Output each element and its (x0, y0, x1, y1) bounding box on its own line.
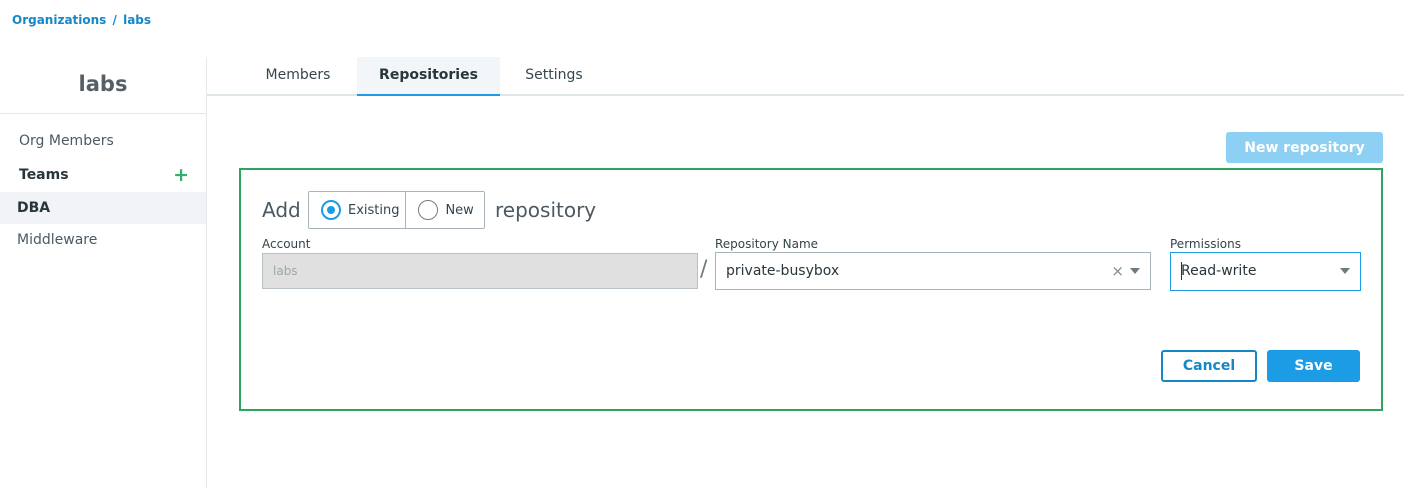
existing-option-label: Existing (348, 202, 400, 218)
repository-name-label: Repository Name (715, 237, 819, 251)
account-label: Account (262, 237, 311, 251)
permissions-label: Permissions (1170, 237, 1241, 251)
repository-name-select[interactable]: private-busybox × (715, 252, 1151, 290)
sidebar-divider (0, 113, 206, 114)
cancel-button[interactable]: Cancel (1161, 350, 1257, 382)
text-cursor (1181, 262, 1182, 280)
add-label: Add (262, 198, 301, 222)
add-team-icon[interactable]: + (173, 158, 189, 192)
permissions-value: Read-write (1181, 263, 1257, 279)
radio-checked-icon[interactable] (321, 200, 341, 220)
breadcrumb-separator: / (112, 13, 117, 27)
tab-repositories[interactable]: Repositories (357, 57, 500, 96)
breadcrumb-current[interactable]: labs (123, 13, 151, 27)
repository-label: repository (495, 198, 597, 222)
existing-option[interactable]: Existing (309, 192, 407, 228)
permissions-select[interactable]: Read-write (1170, 252, 1361, 291)
new-option[interactable]: New (406, 192, 484, 228)
sidebar-item-org-members[interactable]: Org Members (0, 124, 206, 158)
repository-source-toggle: Existing New (308, 191, 485, 229)
path-separator: / (700, 257, 708, 282)
sidebar-item-team-middleware[interactable]: Middleware (0, 224, 206, 256)
breadcrumb-organizations-link[interactable]: Organizations (12, 13, 106, 27)
breadcrumb: Organizations / labs (12, 13, 151, 27)
tab-settings[interactable]: Settings (507, 57, 601, 96)
chevron-down-icon[interactable] (1130, 268, 1140, 274)
org-name: labs (78, 72, 128, 96)
sidebar: labs Org Members Teams + DBA Middleware (0, 57, 207, 488)
tab-bar: Members Repositories Settings (207, 57, 1404, 96)
account-field: labs (262, 253, 698, 289)
new-option-label: New (445, 202, 474, 218)
save-button[interactable]: Save (1267, 350, 1360, 382)
sidebar-item-label: Teams (19, 167, 69, 183)
sidebar-item-team-dba[interactable]: DBA (0, 192, 206, 224)
repository-name-value: private-busybox (726, 263, 840, 279)
add-repository-panel: Add Existing New repository Account labs… (239, 168, 1383, 411)
radio-unchecked-icon[interactable] (418, 200, 439, 220)
new-repository-button[interactable]: New repository (1226, 132, 1383, 163)
sidebar-item-teams[interactable]: Teams + (0, 158, 206, 192)
clear-icon[interactable]: × (1111, 253, 1124, 289)
tab-members[interactable]: Members (245, 57, 351, 96)
chevron-down-icon[interactable] (1340, 268, 1350, 274)
